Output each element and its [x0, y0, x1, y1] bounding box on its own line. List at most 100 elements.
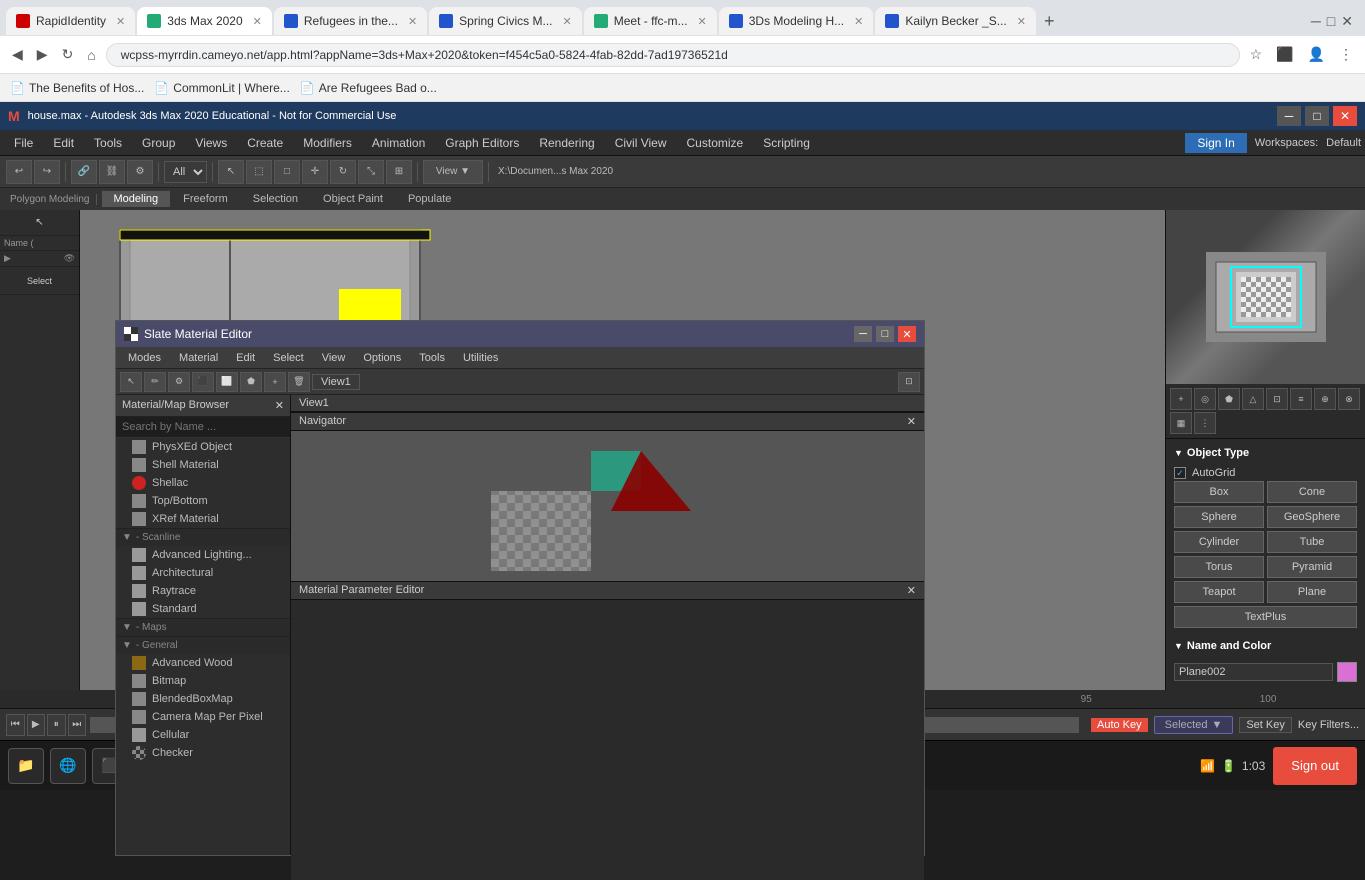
- app-close-button[interactable]: ✕: [1333, 106, 1357, 126]
- mat-item-checker[interactable]: Checker: [116, 744, 290, 762]
- bookmark-refugees[interactable]: 📄 Are Refugees Bad o...: [300, 81, 437, 95]
- menu-file[interactable]: File: [4, 134, 43, 152]
- obj-btn-sphere[interactable]: Sphere: [1174, 506, 1264, 528]
- bind-button[interactable]: ⚙: [127, 160, 153, 184]
- address-bar[interactable]: wcpss-myrrdin.cameyo.net/app.html?appNam…: [106, 43, 1240, 67]
- keyfilters-button[interactable]: Key Filters...: [1298, 719, 1359, 731]
- maps-section[interactable]: ▼ - Maps: [116, 618, 290, 636]
- setkey-button[interactable]: Set Key: [1239, 717, 1292, 733]
- tool-btn-5[interactable]: ⊡: [1266, 388, 1288, 410]
- tab-refugees[interactable]: Refugees in the... ✕: [274, 7, 427, 35]
- menu-edit[interactable]: Edit: [43, 134, 84, 152]
- link-button[interactable]: 🔗: [71, 160, 97, 184]
- general-section[interactable]: ▼ - General: [116, 636, 290, 654]
- slate-tb-btn-4[interactable]: ⬛: [192, 372, 214, 392]
- tool-btn-2[interactable]: ◎: [1194, 388, 1216, 410]
- slate-menu-modes[interactable]: Modes: [120, 351, 169, 365]
- tab-object-paint[interactable]: Object Paint: [311, 191, 395, 207]
- tab-close-icon[interactable]: ✕: [1017, 15, 1026, 28]
- mat-item-advanced-wood[interactable]: Advanced Wood: [116, 654, 290, 672]
- tab-close-icon[interactable]: ✕: [116, 15, 125, 28]
- forward-button[interactable]: ▶: [33, 44, 52, 65]
- menu-modifiers[interactable]: Modifiers: [293, 134, 362, 152]
- new-tab-button[interactable]: +: [1038, 11, 1061, 32]
- select-button[interactable]: ↖: [218, 160, 244, 184]
- menu-group[interactable]: Group: [132, 134, 185, 152]
- reload-button[interactable]: ↻: [58, 44, 78, 65]
- bookmark-star-icon[interactable]: ☆: [1246, 44, 1267, 65]
- tab-close-icon[interactable]: ✕: [854, 15, 863, 28]
- prev-frame-button[interactable]: ⏮: [6, 714, 25, 736]
- menu-views[interactable]: Views: [185, 134, 237, 152]
- tab-close-icon[interactable]: ✕: [253, 15, 262, 28]
- mat-item-bitmap[interactable]: Bitmap: [116, 672, 290, 690]
- select-btn[interactable]: Select: [0, 267, 79, 295]
- mat-item-topbottom[interactable]: Top/Bottom: [116, 492, 290, 510]
- app-minimize-button[interactable]: ─: [1277, 106, 1301, 126]
- slate-tb-btn-5[interactable]: ⬜: [216, 372, 238, 392]
- sign-in-button[interactable]: Sign In: [1185, 133, 1246, 153]
- mat-item-cellular[interactable]: Cellular: [116, 726, 290, 744]
- menu-animation[interactable]: Animation: [362, 134, 435, 152]
- menu-civil-view[interactable]: Civil View: [605, 134, 677, 152]
- menu-scripting[interactable]: Scripting: [753, 134, 820, 152]
- tool-btn-8[interactable]: ⊗: [1338, 388, 1360, 410]
- slate-menu-tools[interactable]: Tools: [411, 351, 453, 365]
- home-button[interactable]: ⌂: [83, 45, 99, 65]
- mat-item-standard[interactable]: Standard: [116, 600, 290, 618]
- slate-menu-edit[interactable]: Edit: [228, 351, 263, 365]
- scale-button[interactable]: ⤡: [358, 160, 384, 184]
- unlink-button[interactable]: ⛓: [99, 160, 125, 184]
- close-browser-icon[interactable]: ✕: [1341, 13, 1353, 30]
- rotate-button[interactable]: ↻: [330, 160, 356, 184]
- tool-btn-3[interactable]: ⬟: [1218, 388, 1240, 410]
- tab-modeling[interactable]: 3Ds Modeling H... ✕: [719, 7, 874, 35]
- next-frame-button[interactable]: ⏭: [68, 714, 87, 736]
- obj-btn-torus[interactable]: Torus: [1174, 556, 1264, 578]
- slate-tb-btn-1[interactable]: ↖: [120, 372, 142, 392]
- tab-civics[interactable]: Spring Civics M... ✕: [429, 7, 582, 35]
- mat-param-close-icon[interactable]: ✕: [907, 584, 916, 597]
- add-button[interactable]: +: [1170, 388, 1192, 410]
- mat-item-shell[interactable]: Shell Material: [116, 456, 290, 474]
- tab-3dsmax[interactable]: 3ds Max 2020 ✕: [137, 7, 272, 35]
- obj-btn-textplus[interactable]: TextPlus: [1174, 606, 1357, 628]
- bookmark-benefits[interactable]: 📄 The Benefits of Hos...: [10, 81, 144, 95]
- mat-search-input[interactable]: [116, 417, 290, 438]
- maximize-browser-icon[interactable]: □: [1327, 13, 1335, 29]
- autogrid-checkbox[interactable]: [1174, 467, 1186, 479]
- obj-btn-pyramid[interactable]: Pyramid: [1267, 556, 1357, 578]
- obj-btn-teapot[interactable]: Teapot: [1174, 581, 1264, 603]
- mirror-button[interactable]: ⊞: [386, 160, 412, 184]
- slate-tb-btn-7[interactable]: +: [264, 372, 286, 392]
- obj-btn-box[interactable]: Box: [1174, 481, 1264, 503]
- tab-populate[interactable]: Populate: [396, 191, 463, 207]
- menu-customize[interactable]: Customize: [677, 134, 754, 152]
- obj-btn-plane[interactable]: Plane: [1267, 581, 1357, 603]
- obj-btn-cylinder[interactable]: Cylinder: [1174, 531, 1264, 553]
- menu-icon[interactable]: ⋮: [1335, 44, 1357, 65]
- slate-tb-btn-6[interactable]: ⬟: [240, 372, 262, 392]
- back-button[interactable]: ◀: [8, 44, 27, 65]
- mat-item-blendedboxmap[interactable]: BlendedBoxMap: [116, 690, 290, 708]
- mat-item-xref[interactable]: XRef Material: [116, 510, 290, 528]
- slate-menu-select[interactable]: Select: [265, 351, 312, 365]
- navigator-close-icon[interactable]: ✕: [907, 415, 916, 428]
- rect-select-button[interactable]: □: [274, 160, 300, 184]
- move-button[interactable]: ✛: [302, 160, 328, 184]
- slate-tb-btn-3[interactable]: ⚙: [168, 372, 190, 392]
- tool-btn-7[interactable]: ⊕: [1314, 388, 1336, 410]
- tab-selection[interactable]: Selection: [241, 191, 310, 207]
- obj-btn-cone[interactable]: Cone: [1267, 481, 1357, 503]
- obj-btn-tube[interactable]: Tube: [1267, 531, 1357, 553]
- tool-btn-6[interactable]: ≡: [1290, 388, 1312, 410]
- tab-close-icon[interactable]: ✕: [698, 15, 707, 28]
- left-arrow-icon[interactable]: ▶: [4, 253, 11, 264]
- mat-item-architectural[interactable]: Architectural: [116, 564, 290, 582]
- slate-minimize-button[interactable]: ─: [854, 326, 872, 342]
- menu-rendering[interactable]: Rendering: [529, 134, 604, 152]
- sign-out-button[interactable]: Sign out: [1273, 747, 1357, 785]
- autokey-button[interactable]: Auto Key: [1091, 718, 1148, 732]
- taskbar-browser-icon[interactable]: 🌐: [50, 748, 86, 784]
- mat-item-shellac[interactable]: Shellac: [116, 474, 290, 492]
